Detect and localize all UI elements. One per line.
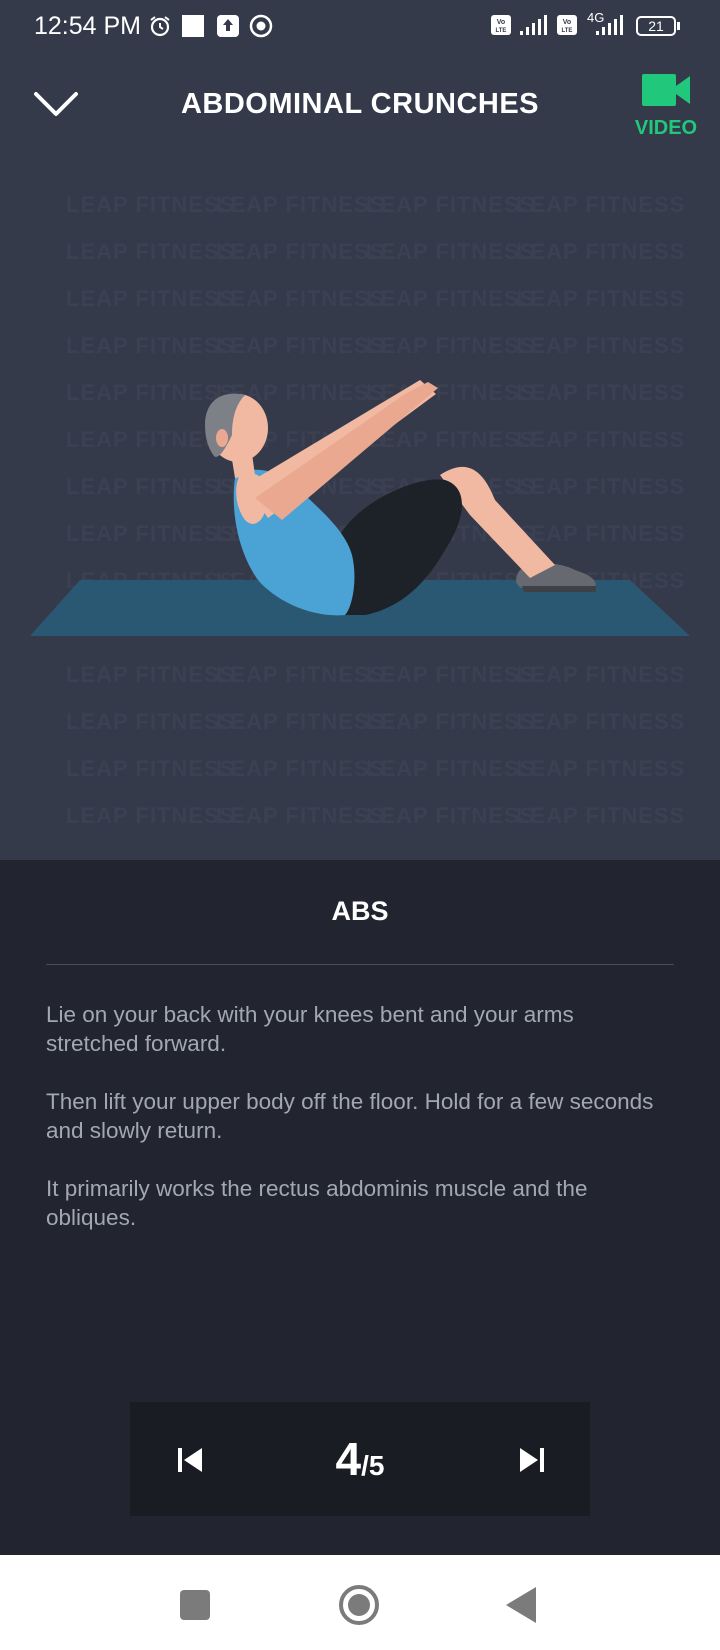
exercise-illustration [30,380,690,636]
wm-text: LEAP FITNESS [366,756,536,781]
wm-text: LEAP FITNESS [366,803,536,828]
svg-text:LTE: LTE [496,28,507,34]
wm-text: LEAP FITNESS [66,756,236,781]
current-index: 4 [335,1433,362,1485]
home-button[interactable] [337,1583,381,1627]
wm-text: LEAP FITNESS [216,662,386,687]
svg-text:Vo: Vo [563,19,571,26]
back-button[interactable] [500,1583,544,1627]
battery-level: 21 [648,18,664,34]
wm-text: LEAP FITNESS [516,756,686,781]
status-time: 12:54 PM [34,12,142,40]
volte-icon-2: Vo LTE [557,15,577,35]
total-count: /5 [361,1450,385,1481]
description-paragraph: It primarily works the rectus abdominis … [46,1176,588,1230]
alarm-icon [150,16,170,37]
wm-text: LEAP FITNESS [66,333,236,358]
video-button[interactable]: VIDEO [628,72,704,152]
wm-text: LEAP FITNESS [216,803,386,828]
wm-text: LEAP FITNESS [216,286,386,311]
exercise-description: Lie on your back with your knees bent an… [46,1000,666,1261]
wm-text: LEAP FITNESS [516,662,686,687]
wm-text: LEAP FITNESS [366,286,536,311]
battery-tip [677,22,680,30]
battery-icon: 21 [636,16,676,36]
exercise-title: ABDOMINAL CRUNCHES [180,88,540,120]
wm-text: LEAP FITNESS [366,709,536,734]
wm-text: LEAP FITNESS [516,239,686,264]
exercise-preview-panel: 12:54 PM Vo LTE Vo LTE 4G 21 ABDOMINAL C… [0,0,720,860]
divider [46,964,674,965]
category-label: ABS [331,896,389,926]
wm-text: LEAP FITNESS [66,803,236,828]
wm-text: LEAP FITNESS [66,239,236,264]
header: ABDOMINAL CRUNCHES VIDEO [0,60,720,150]
volte-icon: Vo LTE [491,15,511,35]
system-navigation-bar [0,1555,720,1650]
wm-text: LEAP FITNESS [216,333,386,358]
status-bar: 12:54 PM Vo LTE Vo LTE 4G 21 [0,0,720,54]
wm-text: LEAP FITNESS [216,239,386,264]
wm-text: LEAP FITNESS [516,286,686,311]
exercise-navigation: 4/5 [130,1402,590,1516]
description-paragraph: Then lift your upper body off the floor.… [46,1089,654,1143]
whatsapp-icon [249,14,273,38]
wm-text: LEAP FITNESS [366,239,536,264]
wm-text: LEAP FITNESS [66,192,236,217]
square-notification-icon [182,15,204,37]
wm-text: LEAP FITNESS [216,709,386,734]
wm-text: LEAP FITNESS [366,333,536,358]
video-camera-icon [642,74,690,106]
next-button[interactable] [512,1440,552,1480]
signal-icon-2 [596,15,623,35]
signal-icon [520,15,547,35]
svg-text:LTE: LTE [562,28,573,34]
back-icon [506,1587,536,1623]
wm-text: LEAP FITNESS [516,333,686,358]
wm-text: LEAP FITNESS [516,192,686,217]
wm-text: LEAP FITNESS [366,662,536,687]
description-paragraph: Lie on your back with your knees bent an… [46,1002,574,1056]
recents-button[interactable] [173,1583,217,1627]
wm-text: LEAP FITNESS [516,803,686,828]
wm-text: LEAP FITNESS [66,286,236,311]
upload-icon [217,15,239,37]
wm-text: LEAP FITNESS [66,709,236,734]
wm-text: LEAP FITNESS [216,756,386,781]
wm-text: LEAP FITNESS [216,192,386,217]
wm-text: LEAP FITNESS [516,709,686,734]
recents-icon [180,1590,210,1620]
video-label: VIDEO [634,117,698,139]
svg-text:Vo: Vo [497,19,505,26]
home-icon [339,1585,379,1625]
skip-next-icon [520,1448,544,1472]
wm-text: LEAP FITNESS [366,192,536,217]
wm-text: LEAP FITNESS [66,662,236,687]
